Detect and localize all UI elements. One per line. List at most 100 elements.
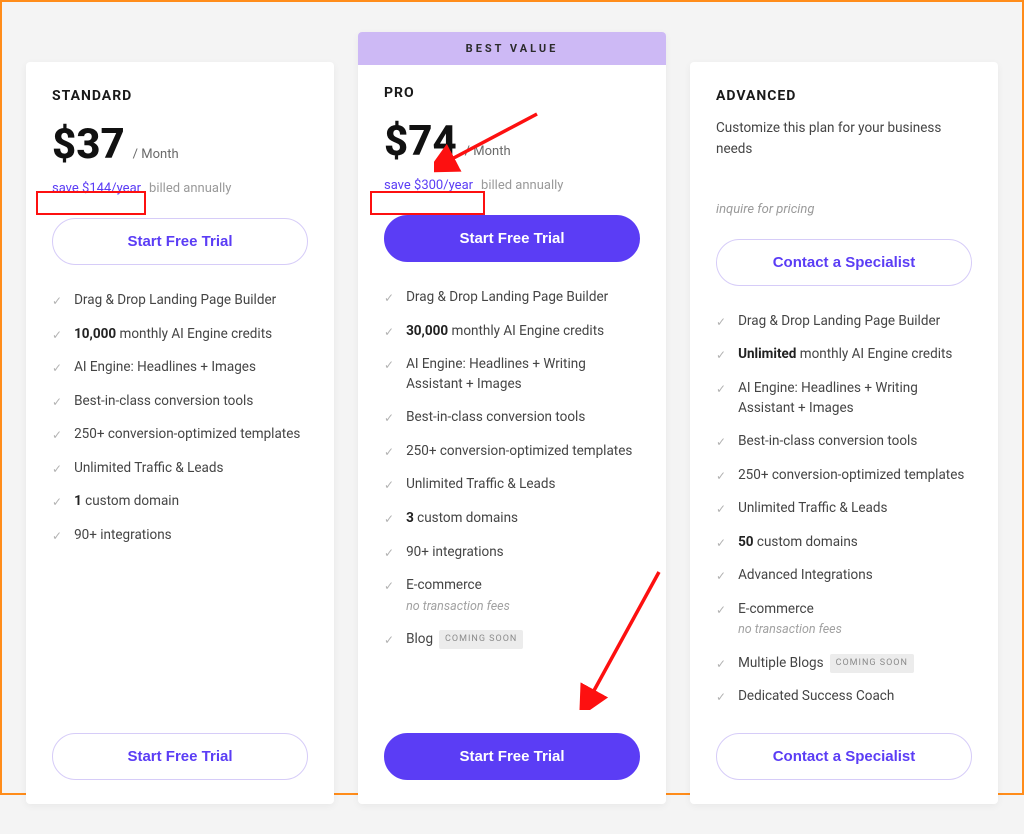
check-icon: ✓ — [384, 324, 394, 341]
pricing-cards: STANDARD $37 / Month save $144/year bill… — [2, 2, 1022, 834]
feature-item: ✓AI Engine: Headlines + Writing Assistan… — [384, 355, 640, 394]
start-trial-button[interactable]: Start Free Trial — [384, 215, 640, 262]
check-icon: ✓ — [52, 528, 62, 545]
feature-item: ✓Unlimited Traffic & Leads — [52, 459, 308, 479]
feature-text: Best-in-class conversion tools — [406, 408, 585, 428]
check-icon: ✓ — [52, 327, 62, 344]
start-trial-button-bottom[interactable]: Start Free Trial — [52, 733, 308, 780]
feature-text: Best-in-class conversion tools — [738, 432, 917, 452]
feature-text: 50 custom domains — [738, 533, 858, 553]
plan-card-advanced: ADVANCED Customize this plan for your bu… — [690, 62, 998, 804]
feature-subnote: no transaction fees — [738, 621, 842, 639]
contact-specialist-button[interactable]: Contact a Specialist — [716, 239, 972, 286]
feature-text: BlogCOMING SOON — [406, 630, 523, 650]
feature-item: ✓AI Engine: Headlines + Images — [52, 358, 308, 378]
check-icon: ✓ — [716, 468, 726, 485]
feature-item: ✓ Unlimited Traffic & Leads — [716, 499, 972, 519]
save-row: save $300/year billed annually — [384, 178, 640, 193]
feature-text: Unlimited Traffic & Leads — [74, 459, 223, 479]
contact-specialist-button-bottom[interactable]: Contact a Specialist — [716, 733, 972, 780]
feature-item: ✓Unlimited Traffic & Leads — [384, 475, 640, 495]
billing-note: billed annually — [481, 178, 563, 193]
check-icon: ✓ — [716, 501, 726, 518]
feature-text: 1 custom domain — [74, 492, 179, 512]
feature-item: ✓ 90+ integrations — [52, 526, 308, 546]
feature-item: ✓AI Engine: Headlines + Writing Assistan… — [716, 379, 972, 418]
feature-item: ✓ Best-in-class conversion tools — [52, 392, 308, 412]
price-row: $74 / Month — [384, 117, 640, 166]
feature-item: ✓ Best-in-class conversion tools — [716, 432, 972, 452]
feature-item: ✓ 90+ integrations — [384, 543, 640, 563]
feature-item: ✓250+ conversion-optimized templates — [52, 425, 308, 445]
check-icon: ✓ — [384, 545, 394, 562]
check-icon: ✓ — [52, 293, 62, 310]
feature-list: ✓Drag & Drop Landing Page Builder✓10,000… — [52, 291, 308, 721]
feature-item: ✓ BlogCOMING SOON — [384, 630, 640, 650]
feature-item: ✓ 30,000 monthly AI Engine credits — [384, 322, 640, 342]
feature-text: Multiple BlogsCOMING SOON — [738, 654, 914, 674]
check-icon: ✓ — [384, 290, 394, 307]
feature-item: ✓ Unlimited monthly AI Engine credits — [716, 345, 972, 365]
feature-text: 10,000 monthly AI Engine credits — [74, 325, 272, 345]
feature-text: 90+ integrations — [406, 543, 504, 563]
save-row: save $144/year billed annually — [52, 181, 308, 196]
feature-text: AI Engine: Headlines + Writing Assistant… — [406, 355, 640, 394]
feature-list: ✓Drag & Drop Landing Page Builder✓Unlimi… — [716, 312, 972, 721]
feature-item: ✓ Advanced Integrations — [716, 566, 972, 586]
check-icon: ✓ — [52, 494, 62, 511]
check-icon: ✓ — [384, 410, 394, 427]
feature-text: Drag & Drop Landing Page Builder — [406, 288, 608, 308]
check-icon: ✓ — [384, 444, 394, 461]
check-icon: ✓ — [52, 394, 62, 411]
feature-item: ✓ 3 custom domains — [384, 509, 640, 529]
check-icon: ✓ — [716, 689, 726, 706]
check-icon: ✓ — [716, 656, 726, 673]
feature-text: Best-in-class conversion tools — [74, 392, 253, 412]
feature-text: 30,000 monthly AI Engine credits — [406, 322, 604, 342]
price-period: / Month — [133, 147, 179, 162]
best-value-badge: BEST VALUE — [358, 32, 666, 65]
check-icon: ✓ — [716, 434, 726, 451]
feature-item: ✓ Dedicated Success Coach — [716, 687, 972, 707]
feature-item: ✓Drag & Drop Landing Page Builder — [716, 312, 972, 332]
feature-text: 250+ conversion-optimized templates — [406, 442, 632, 462]
save-amount: save $300/year — [384, 178, 473, 193]
billing-note: billed annually — [149, 181, 231, 196]
feature-text: 3 custom domains — [406, 509, 518, 529]
feature-text: Unlimited Traffic & Leads — [738, 499, 887, 519]
save-amount: save $144/year — [52, 181, 141, 196]
inquire-pricing: inquire for pricing — [716, 202, 972, 217]
price-amount: $74 — [384, 117, 457, 166]
feature-item: ✓ 250+ conversion-optimized templates — [384, 442, 640, 462]
plan-card-pro: BEST VALUE PRO $74 / Month save $300/yea… — [358, 32, 666, 804]
price-row: $37 / Month — [52, 120, 308, 169]
feature-subnote: no transaction fees — [406, 598, 510, 616]
plan-description: Customize this plan for your business ne… — [716, 118, 972, 160]
check-icon: ✓ — [384, 632, 394, 649]
feature-item: ✓50 custom domains — [716, 533, 972, 553]
check-icon: ✓ — [52, 427, 62, 444]
start-trial-button[interactable]: Start Free Trial — [52, 218, 308, 265]
check-icon: ✓ — [384, 511, 394, 528]
check-icon: ✓ — [716, 314, 726, 331]
feature-text: E-commerceno transaction fees — [738, 600, 842, 640]
feature-text: Dedicated Success Coach — [738, 687, 894, 707]
feature-text: AI Engine: Headlines + Writing Assistant… — [738, 379, 972, 418]
feature-text: 90+ integrations — [74, 526, 172, 546]
price-period: / Month — [465, 144, 511, 159]
check-icon: ✓ — [716, 568, 726, 585]
check-icon: ✓ — [384, 578, 394, 595]
feature-item: ✓ 1 custom domain — [52, 492, 308, 512]
feature-list: ✓ Drag & Drop Landing Page Builder ✓ 30,000… — [384, 288, 640, 721]
price-amount: $37 — [52, 120, 125, 169]
start-trial-button-bottom[interactable]: Start Free Trial — [384, 733, 640, 780]
feature-text: Advanced Integrations — [738, 566, 873, 586]
plan-name: STANDARD — [52, 88, 308, 104]
feature-item: ✓Drag & Drop Landing Page Builder — [52, 291, 308, 311]
feature-text: 250+ conversion-optimized templates — [738, 466, 964, 486]
check-icon: ✓ — [716, 347, 726, 364]
feature-text: Unlimited monthly AI Engine credits — [738, 345, 952, 365]
feature-item: ✓ Multiple BlogsCOMING SOON — [716, 654, 972, 674]
feature-item: ✓ 250+ conversion-optimized templates — [716, 466, 972, 486]
check-icon: ✓ — [716, 602, 726, 619]
